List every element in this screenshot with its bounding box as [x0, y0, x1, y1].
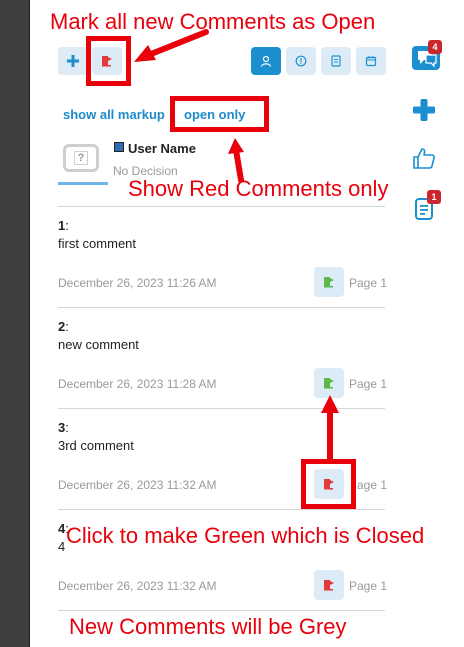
user-underline [58, 182, 108, 185]
user-filter-button[interactable] [251, 47, 281, 75]
page-link[interactable]: Page 1 [349, 276, 387, 290]
annotation-arrow-toggle [321, 395, 339, 463]
comment-text: first comment [58, 236, 137, 251]
comment-text: 3rd comment [58, 438, 134, 453]
comment-number: 3: [58, 420, 69, 435]
user-avatar-placeholder: ? [63, 144, 99, 172]
divider [58, 509, 385, 510]
comment-date: December 26, 2023 11:28 AM [58, 377, 217, 391]
divider [58, 307, 385, 308]
plus-icon [67, 55, 79, 67]
annotation-new-grey-text: New Comments will be Grey [69, 614, 347, 639]
annotation-box-mark-open [86, 36, 131, 86]
annotation-arrow-top [134, 29, 209, 62]
add-markup-button[interactable] [58, 47, 88, 75]
page-link[interactable]: age 1 [357, 478, 387, 492]
comment-date: December 26, 2023 11:32 AM [58, 579, 217, 593]
notes-count-badge: 1 [427, 190, 441, 204]
status-toggle-button[interactable] [314, 267, 344, 297]
date-filter-button[interactable] [356, 47, 386, 75]
flag-red-icon [324, 580, 334, 591]
info-circle-icon [295, 55, 307, 67]
annotation-show-red-text: Show Red Comments only [128, 176, 389, 201]
plus-icon [413, 99, 435, 121]
comment-number: 1: [58, 218, 69, 233]
notes-button[interactable]: 1 [414, 190, 441, 227]
comment-text: 4 [58, 539, 66, 554]
status-filter-button[interactable] [286, 47, 316, 75]
show-all-markup-link[interactable]: show all markup [63, 107, 165, 122]
comments-panel-button[interactable]: 4 [412, 40, 442, 75]
user-name: User Name [128, 141, 196, 156]
question-icon: ? [73, 151, 89, 165]
user-icon [260, 55, 272, 67]
comment-date: December 26, 2023 11:26 AM [58, 276, 217, 290]
comment-number: 2: [58, 319, 69, 334]
flag-green-icon [324, 378, 334, 389]
annotation-box-toggle [301, 459, 356, 509]
annotation-mark-open-text: Mark all new Comments as Open [50, 9, 376, 34]
viewer-edge [0, 0, 30, 647]
comment-text: new comment [58, 337, 139, 352]
divider [58, 610, 385, 611]
comments-count-badge: 4 [428, 40, 442, 54]
comment-date: December 26, 2023 11:32 AM [58, 478, 217, 492]
calendar-icon [365, 56, 377, 67]
divider [58, 206, 385, 207]
add-comment-button[interactable] [412, 98, 436, 127]
annotation-box-open-only [170, 96, 269, 132]
page-link[interactable]: Page 1 [349, 579, 387, 593]
document-filter-button[interactable] [321, 47, 351, 75]
flag-green-icon [324, 277, 334, 288]
annotation-click-green-text: Click to make Green which is Closed [66, 523, 425, 548]
page-link[interactable]: Page 1 [349, 377, 387, 391]
status-toggle-button[interactable] [314, 570, 344, 600]
user-color-swatch [114, 142, 124, 152]
thumbs-up-icon [413, 148, 435, 169]
document-icon [331, 55, 341, 67]
approve-button[interactable] [412, 146, 436, 175]
